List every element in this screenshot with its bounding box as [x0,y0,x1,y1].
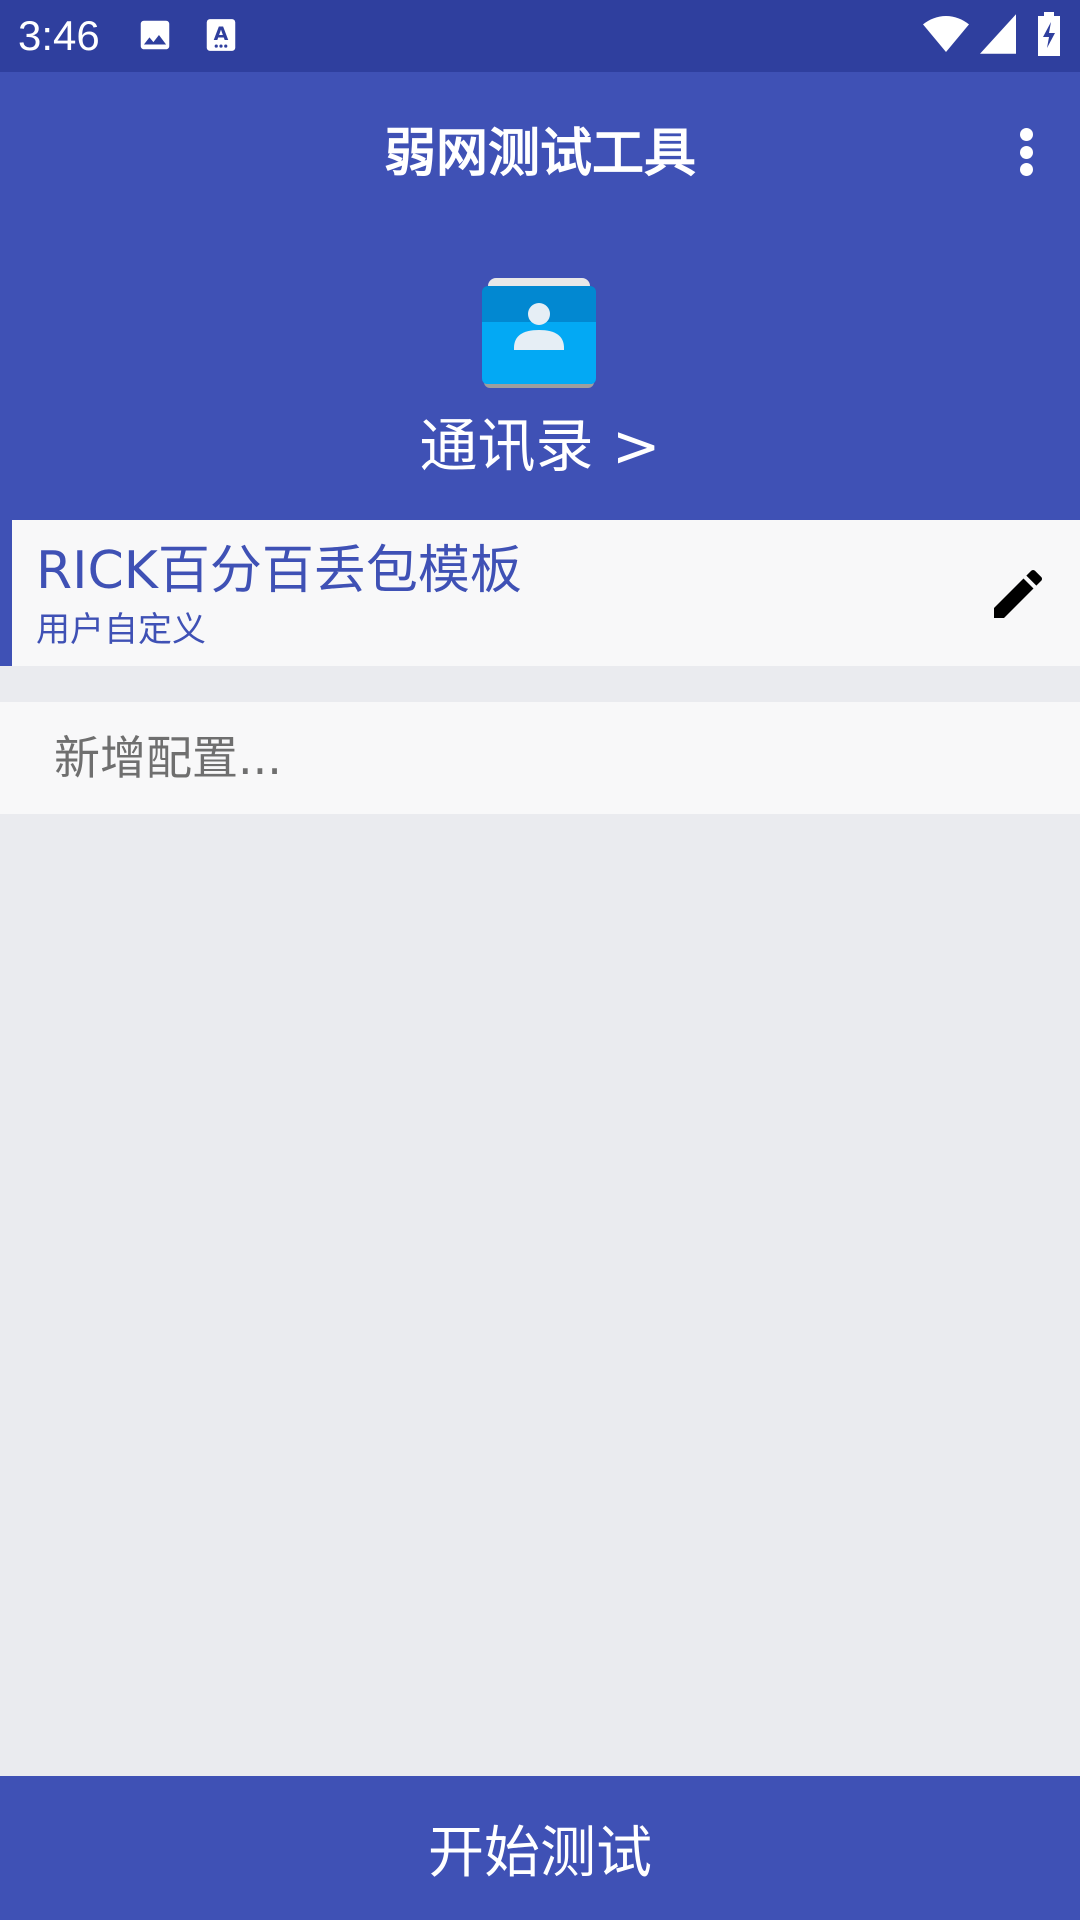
app-header: 弱网测试工具 通讯录 > [0,72,1080,520]
selected-indicator [0,520,12,666]
contacts-icon[interactable] [478,272,600,394]
screen: 3:46 A 弱网测试工具 通讯录 > RICK百分百丢包模板 用户自定义 新增… [0,0,1080,1920]
status-bar: 3:46 A [0,0,1080,72]
menu-dot [1019,128,1033,141]
config-subtitle: 用户自定义 [36,610,206,650]
wifi-icon [922,14,970,58]
battery-charging-icon [1036,12,1062,60]
add-config-label: 新增配置... [54,731,282,785]
app-title: 弱网测试工具 [383,124,696,184]
config-card[interactable]: RICK百分百丢包模板 用户自定义 [0,520,1080,666]
menu-dot [1019,145,1033,159]
status-time: 3:46 [18,12,100,59]
start-test-button[interactable]: 开始测试 [0,1776,1080,1920]
image-icon [136,16,174,58]
contacts-link[interactable]: 通讯录 > [0,410,1080,482]
svg-text:A: A [214,23,229,45]
menu-dot [1019,163,1033,176]
more-vert-icon[interactable] [1002,122,1050,182]
pencil-icon[interactable] [986,562,1050,626]
signal-icon [980,14,1016,58]
add-config-button[interactable]: 新增配置... [0,702,1080,814]
config-name: RICK百分百丢包模板 [36,541,522,601]
text-recognition-icon: A [202,16,240,58]
